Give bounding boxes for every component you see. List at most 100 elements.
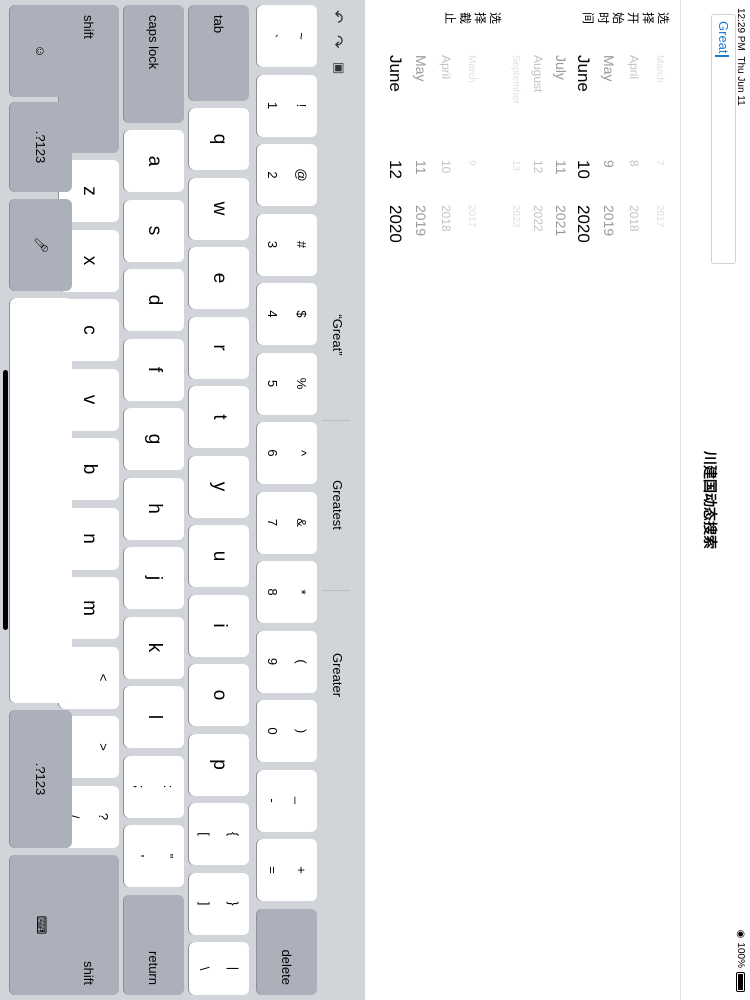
key-char: - (265, 798, 280, 803)
key-u[interactable]: u (189, 525, 249, 587)
picker-month: March (654, 55, 665, 83)
key-8[interactable]: * 8 (257, 561, 317, 623)
label-char: 时 (596, 12, 610, 25)
picker-row[interactable]: July 11 2021 (545, 55, 569, 265)
numbers-key-right[interactable]: .?123 (10, 710, 72, 848)
caps-lock-key[interactable]: caps lock (124, 5, 184, 123)
suggestion-1[interactable]: “Great” (310, 250, 365, 420)
picker-row[interactable]: June 10 2020 (569, 55, 593, 265)
dictation-key[interactable]: 🎤︎ (10, 199, 72, 291)
suggestion-bar: ↶ ↷ ▣ “Great” Greatest Greater (310, 0, 365, 1000)
key-label: k (144, 642, 165, 653)
key-y[interactable]: y (189, 455, 249, 518)
redo-icon[interactable]: ↷ (327, 35, 347, 48)
suggestion-3[interactable]: Greater (310, 590, 365, 760)
text-caret (715, 54, 730, 57)
picker-year: 2017 (654, 205, 665, 228)
key-f[interactable]: f (124, 338, 184, 401)
key-char: 5 (265, 379, 280, 388)
start-date-picker[interactable]: March 7 2017 April 8 2018 May 9 2019 June 10 2020 Ju… (497, 55, 665, 265)
key-k[interactable]: k (124, 616, 184, 679)
key-bracket-0[interactable]: {[ (189, 803, 249, 865)
key-label: r (209, 344, 230, 351)
key-l[interactable]: l (124, 686, 184, 748)
key-3[interactable]: #3 (257, 213, 317, 276)
key-label: z (79, 186, 100, 196)
key-2[interactable]: @2 (257, 144, 317, 206)
suggestion-2[interactable]: Greatest (310, 420, 365, 590)
label-char: 择 (473, 12, 487, 25)
key-bracket-2[interactable]: | \ (189, 942, 249, 995)
delete-key[interactable]: delete (257, 908, 317, 995)
label-char: 选 (656, 12, 670, 25)
key-w[interactable]: w (189, 177, 249, 240)
picker-year: 2021 (553, 205, 569, 237)
picker-year: 2022 (531, 205, 545, 232)
picker-row[interactable]: April 8 2018 (617, 55, 641, 265)
space-key[interactable] (10, 298, 72, 703)
picker-day: 10 (439, 160, 453, 174)
key-bracket-1[interactable]: }] (189, 872, 249, 935)
emoji-key[interactable]: ☺ (10, 5, 72, 97)
key-label: a (144, 155, 165, 167)
key-shift-char: < (96, 673, 111, 682)
key-h[interactable]: h (124, 477, 184, 540)
key-label: x (79, 255, 100, 266)
key-0[interactable]: ~ ` (257, 5, 317, 67)
key-a[interactable]: a (124, 130, 184, 192)
key-i[interactable]: i (189, 594, 249, 657)
key-shift-char: ) (294, 728, 309, 734)
picker-row[interactable]: March 9 2017 (453, 55, 477, 265)
picker-month: June (386, 55, 405, 92)
key-1[interactable]: ! 1 (257, 74, 317, 137)
key-6[interactable]: ^ 6 (257, 422, 317, 484)
key-r[interactable]: r (189, 316, 249, 379)
key-label: tab (211, 15, 227, 34)
key-label: caps lock (146, 15, 162, 70)
key-o[interactable]: o (189, 664, 249, 726)
key-5[interactable]: % 5 (257, 352, 317, 415)
picker-year: 2018 (439, 205, 453, 232)
label-char: 间 (581, 12, 595, 25)
paste-icon[interactable]: ▣ (331, 62, 347, 74)
key-t[interactable]: t (189, 386, 249, 448)
tab-key[interactable]: tab (189, 5, 249, 101)
picker-row[interactable]: September 13 2023 (497, 55, 521, 265)
picker-row[interactable]: August 12 2022 (521, 55, 545, 265)
key-e[interactable]: e (189, 247, 249, 309)
key-9[interactable]: (9 (257, 630, 317, 693)
search-input[interactable]: Great (711, 14, 736, 264)
picker-year: 2019 (601, 205, 617, 237)
picker-row[interactable]: May 9 2019 (593, 55, 617, 265)
key-12[interactable]: + = (257, 839, 317, 901)
key-char: 6 (265, 449, 280, 457)
rotated-app: 12:29 PM Thu Jun 11 ◉ 100% 川建国动态搜索 Great… (0, 0, 750, 1000)
key-11[interactable]: _ - (257, 769, 317, 832)
key-7[interactable]: & 7 (257, 491, 317, 554)
key-char: ' (132, 854, 147, 858)
picker-row[interactable]: March 7 2017 (641, 55, 665, 265)
hide-keyboard-key[interactable]: ⌨ (10, 855, 72, 995)
key-10[interactable]: ) 0 (257, 700, 317, 762)
key-s[interactable]: s (124, 199, 184, 262)
undo-icon[interactable]: ↶ (327, 10, 347, 23)
end-date-picker[interactable]: March 9 2017 April 10 2018 May 11 2019 June 12 2020 (381, 55, 477, 265)
key-punct-0[interactable]: :; (124, 755, 184, 818)
picker-row[interactable]: May 11 2019 (405, 55, 429, 265)
picker-row[interactable]: April 10 2018 (429, 55, 453, 265)
key-4[interactable]: $4 (257, 283, 317, 345)
numbers-key-left[interactable]: .?123 (10, 102, 72, 192)
picker-month: June (574, 55, 593, 92)
key-g[interactable]: g (124, 408, 184, 470)
key-q[interactable]: q (189, 108, 249, 170)
key-char: [ (197, 832, 212, 836)
key-label: m (79, 600, 100, 616)
key-punct-1[interactable]: " ' (124, 825, 184, 887)
key-shift-char: # (294, 240, 309, 249)
picker-row[interactable]: June 12 2020 (381, 55, 405, 265)
key-j[interactable]: j (124, 547, 184, 609)
key-shift-char: { (226, 831, 241, 837)
return-key[interactable]: return (124, 894, 184, 995)
key-d[interactable]: d (124, 269, 184, 331)
key-p[interactable]: p (189, 733, 249, 796)
